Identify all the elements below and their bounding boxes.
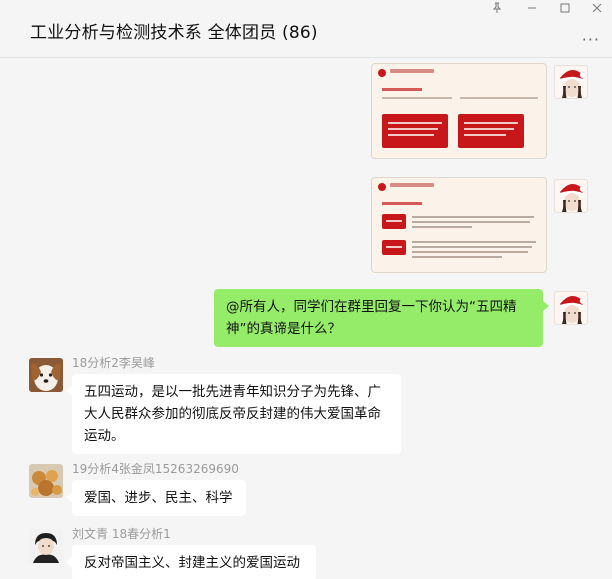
minimize-icon[interactable] [525,2,539,16]
message-bubble-received[interactable]: 五四运动，是以一批先进青年知识分子为先锋、广 大人民群众参加的彻底反帝反封建的伟… [66,374,401,454]
sender-avatar[interactable] [29,358,63,392]
message-text-line: 反对帝国主义、封建主义的爱国运动 [84,555,300,571]
message-bubble-received[interactable]: 反对帝国主义、封建主义的爱国运动 [66,545,316,579]
message-bubble-sent[interactable]: @所有人，同学们在群里回复一下你认为“五四精 神”的真谛是什么？ [214,289,549,347]
slide-emblem [378,69,386,77]
message-text-line: 五四运动，是以一批先进青年知识分子为先锋、广 [84,384,381,400]
maximize-icon[interactable] [558,2,572,16]
sender-name: 刘文青 18春分析1 [72,527,171,541]
chat-header: 工业分析与检测技术系 全体团员 (86) ··· [0,0,612,58]
pin-icon[interactable] [490,2,504,16]
sender-name: 19分析4张金凤15263269690 [72,462,239,476]
message-bubble-received[interactable]: 爱国、进步、民主、科学 [66,480,246,516]
message-text-line: @所有人，同学们在群里回复一下你认为“五四精 [226,299,517,315]
message-text-line: 大人民群众参加的彻底反帝反封建的伟大爱国革命 [84,406,381,422]
close-icon[interactable] [590,2,604,16]
chat-title: 工业分析与检测技术系 全体团员 (86) [30,23,318,43]
chat-message-area[interactable]: @所有人，同学们在群里回复一下你认为“五四精 神”的真谛是什么？ 18分析2李昊… [0,59,612,579]
message-image[interactable] [371,63,547,159]
more-options-button[interactable]: ··· [582,30,600,49]
message-text-line: 爱国、进步、民主、科学 [84,490,233,506]
sender-name: 18分析2李昊峰 [72,356,155,370]
my-avatar[interactable] [554,179,588,213]
message-text-line: 神”的真谛是什么？ [226,321,341,337]
message-image[interactable] [371,177,547,273]
sender-avatar[interactable] [29,529,63,563]
sender-avatar[interactable] [29,464,63,498]
message-text-line: 运动。 [84,428,125,444]
slide-emblem [378,183,386,191]
my-avatar[interactable] [554,291,588,325]
my-avatar[interactable] [554,65,588,99]
